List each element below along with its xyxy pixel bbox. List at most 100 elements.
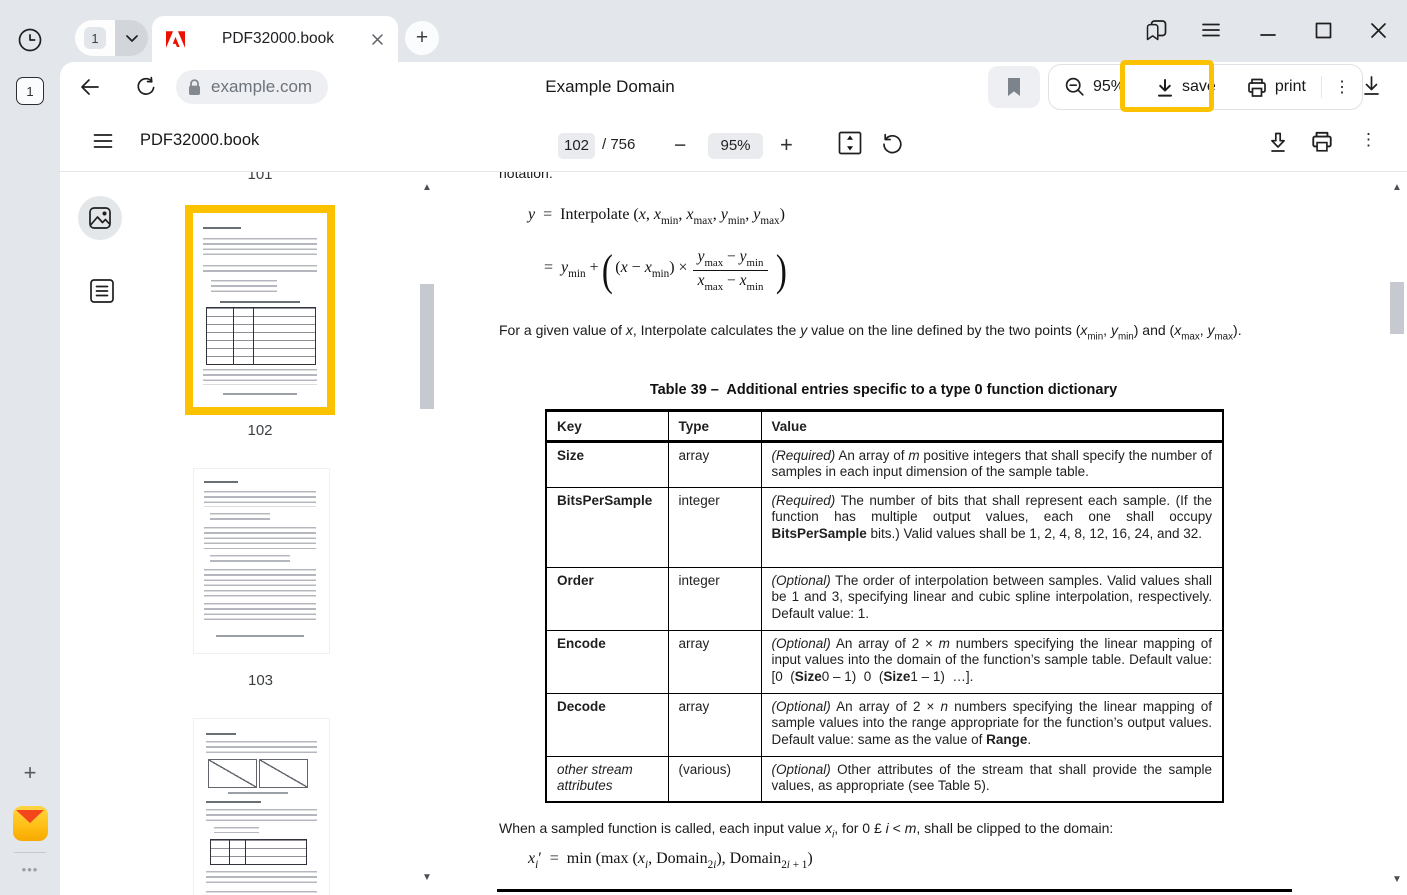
tab-strip: 1 PDF32000.book + — [60, 0, 1407, 62]
row-key: Order — [546, 567, 668, 630]
main-scroll-up-icon[interactable]: ▲ — [1388, 182, 1406, 193]
history-icon[interactable] — [17, 27, 43, 53]
row-value: (Optional) An array of 2 × m numbers spe… — [761, 630, 1223, 693]
pdf-zoom-value[interactable]: 95% — [708, 133, 763, 159]
row-key: Decode — [546, 693, 668, 756]
rail-add-icon[interactable]: + — [18, 761, 42, 785]
formula-inner: (x − xmin) × — [615, 259, 687, 280]
browser-window: { "glyphs": { "new_tab": "+", "minus": "… — [0, 0, 1407, 895]
bookmarks-panel-icon[interactable] — [1143, 12, 1169, 48]
thumbnails-view-button[interactable] — [78, 196, 122, 240]
save-label: save — [1182, 78, 1216, 96]
thumbnail-label-103: 103 — [178, 672, 343, 689]
col-key: Key — [546, 411, 668, 442]
row-key: Size — [546, 441, 668, 487]
pdf-menu-icon[interactable] — [93, 133, 113, 149]
bookmark-button[interactable] — [988, 66, 1040, 108]
clip-formula: xi′ = min (max (xi, Domain2i), Domain2i … — [528, 850, 813, 871]
fraction: ymax − ymin xmax − xmin — [693, 247, 769, 294]
print-label: print — [1275, 78, 1306, 96]
outline-view-button[interactable] — [85, 274, 119, 308]
tab-pdf32000[interactable]: PDF32000.book — [152, 16, 398, 62]
minimize-icon[interactable] — [1255, 12, 1281, 48]
paragraph-interpolate: For a given value of x, Interpolate calc… — [499, 321, 1271, 347]
row-type: array — [668, 693, 761, 756]
row-type: integer — [668, 487, 761, 567]
lock-icon — [186, 78, 203, 97]
rotate-icon[interactable] — [880, 131, 905, 156]
pdf-download-icon[interactable] — [1266, 130, 1290, 155]
url-bar[interactable]: example.com — [176, 70, 328, 104]
row-value: (Optional) An array of 2 × n numbers spe… — [761, 693, 1223, 756]
interpolate-formula-line2: = ymin + ( (x − xmin) × ymax − ymin xmax… — [544, 242, 790, 298]
tab-title: PDF32000.book — [185, 30, 371, 48]
yandex-mail-icon[interactable] — [13, 806, 48, 841]
pdf-toolbar: PDF32000.book 102 / 756 − 95% + ⋮ — [60, 112, 1407, 172]
col-value: Value — [761, 411, 1223, 442]
row-type: array — [668, 441, 761, 487]
zoom-out-icon — [1064, 76, 1086, 98]
thumbnail-page-104[interactable] — [193, 718, 330, 895]
pdf-print-icon[interactable] — [1310, 130, 1334, 153]
notation-label: notation: — [499, 172, 553, 181]
fraction-denominator: xmax − xmin — [693, 270, 769, 294]
thumbnail-page-103[interactable] — [193, 468, 330, 654]
table39-caption: Table 39 – Additional entries specific t… — [545, 382, 1222, 398]
row-value: (Optional) Other attributes of the strea… — [761, 756, 1223, 802]
tab-group-count[interactable]: 1 — [75, 20, 115, 56]
menu-icon[interactable] — [1198, 12, 1224, 48]
close-window-icon[interactable] — [1365, 12, 1391, 48]
more-actions-icon[interactable]: ⋮ — [1322, 65, 1362, 109]
tab-group-control[interactable]: 1 — [75, 20, 148, 56]
page-actions-group: 95% save print ⋮ — [1048, 64, 1363, 110]
maximize-icon[interactable] — [1310, 12, 1336, 48]
table-row: BitsPerSample integer (Required) The num… — [546, 487, 1223, 567]
tab-group-badge: 1 — [84, 27, 106, 49]
bookmark-icon — [1006, 77, 1022, 97]
thumbnail-label-101: 101 — [185, 172, 335, 183]
page-number-input[interactable]: 102 — [558, 133, 595, 159]
print-button[interactable]: print — [1231, 65, 1321, 109]
col-type: Type — [668, 411, 761, 442]
tab-group-expand[interactable] — [115, 20, 148, 56]
close-paren: ) — [776, 245, 787, 296]
table39: Key Type Value Size array (Required) An … — [545, 409, 1224, 803]
tab-close-icon[interactable] — [371, 33, 384, 46]
back-icon[interactable] — [78, 75, 102, 99]
table-row: Encode array (Optional) An array of 2 × … — [546, 630, 1223, 693]
thumbnail-page-102[interactable] — [185, 205, 335, 415]
row-type: integer — [668, 567, 761, 630]
row-type: (various) — [668, 756, 761, 802]
workspace-button[interactable]: 1 — [16, 77, 44, 105]
main-scroll-down-icon[interactable]: ▼ — [1388, 874, 1406, 885]
zoom-in-button[interactable]: + — [780, 132, 793, 158]
interpolate-formula-line1: y = Interpolate (x, xmin, xmax, ymin, ym… — [528, 206, 785, 227]
reload-icon[interactable] — [134, 75, 158, 99]
zoom-out-button[interactable]: − — [674, 134, 686, 158]
rail-more-icon[interactable]: ••• — [15, 862, 45, 877]
zoom-control[interactable]: 95% — [1049, 65, 1140, 109]
new-tab-button[interactable]: + — [405, 21, 439, 55]
main-scrollbar[interactable] — [1390, 282, 1404, 334]
side-rail: 1 + ••• — [0, 0, 60, 895]
paragraph-clipping: When a sampled function is called, each … — [499, 820, 1299, 840]
fit-page-icon[interactable] — [836, 129, 864, 157]
fraction-numerator: ymax − ymin — [693, 247, 769, 270]
open-paren: ( — [601, 245, 612, 296]
table-row: Size array (Required) An array of m posi… — [546, 441, 1223, 487]
thumb-scrollbar[interactable] — [420, 284, 434, 409]
row-value: (Required) An array of m positive intege… — [761, 441, 1223, 487]
formula-prefix: = ymin + — [544, 259, 599, 280]
downloads-icon[interactable] — [1360, 73, 1383, 97]
thumb-scroll-up-icon[interactable]: ▲ — [418, 182, 436, 193]
save-button[interactable]: save — [1140, 65, 1231, 109]
next-table-top-border — [497, 889, 1292, 892]
row-key: Encode — [546, 630, 668, 693]
pdf-more-icon[interactable]: ⋮ — [1360, 130, 1376, 150]
thumb-scroll-down-icon[interactable]: ▼ — [418, 872, 436, 883]
thumbnail-102-page — [193, 213, 327, 407]
url-text: example.com — [211, 77, 312, 97]
list-icon — [87, 276, 117, 306]
thumbnail-label-102: 102 — [185, 422, 335, 439]
row-key: BitsPerSample — [546, 487, 668, 567]
